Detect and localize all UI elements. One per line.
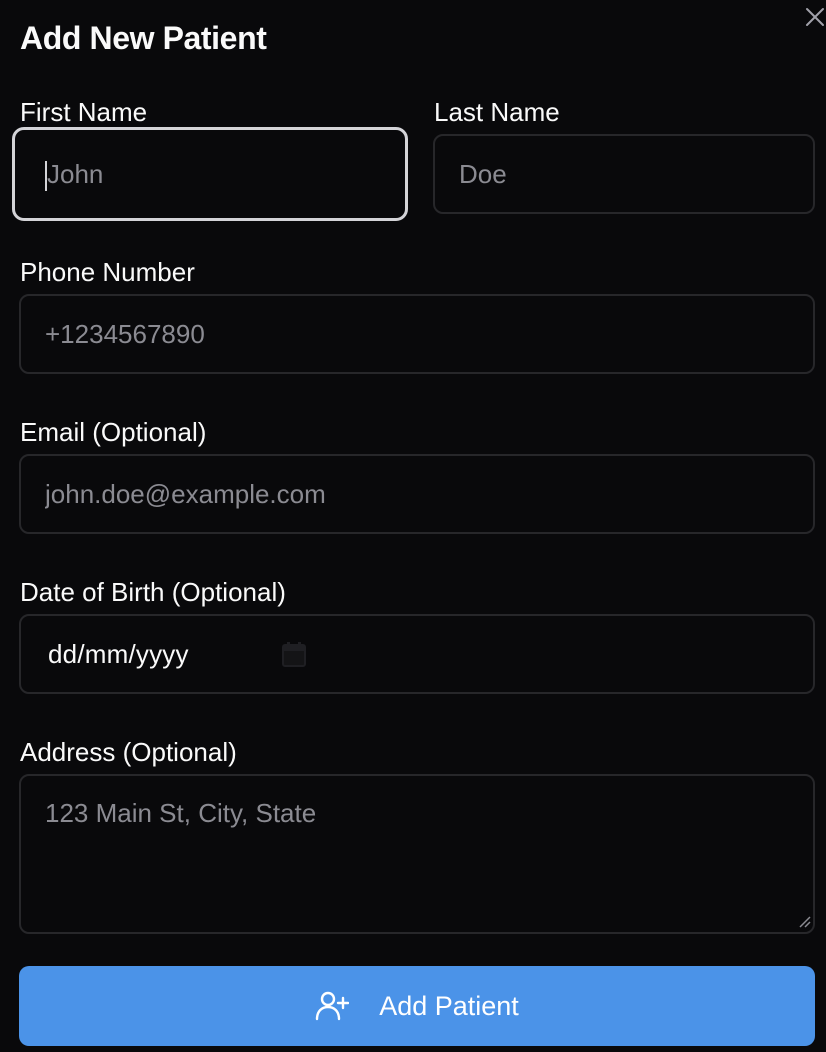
calendar-icon[interactable] [282,641,306,667]
last-name-label: Last Name [434,97,560,127]
address-label: Address (Optional) [20,737,237,767]
user-plus-icon [315,991,350,1021]
address-textarea[interactable] [19,774,815,934]
email-input[interactable] [19,454,815,534]
add-patient-label: Add Patient [379,990,519,1021]
dob-input[interactable]: dd/mm/yyyy [19,614,815,694]
first-name-label: First Name [20,97,148,127]
dob-value: dd/mm/yyyy [48,638,189,669]
resize-handle-icon[interactable] [796,913,812,929]
add-patient-button[interactable]: Add Patient [19,966,815,1046]
last-name-input[interactable] [433,134,815,214]
dob-label: Date of Birth (Optional) [20,577,286,607]
first-name-input[interactable] [12,127,408,221]
add-patient-dialog: Add New Patient First Name Last Name Pho… [0,0,826,1052]
text-caret [45,161,47,191]
dialog-title: Add New Patient [20,20,267,56]
email-label: Email (Optional) [20,417,207,447]
phone-label: Phone Number [20,257,195,287]
close-icon[interactable] [804,6,826,28]
phone-input[interactable] [19,294,815,374]
